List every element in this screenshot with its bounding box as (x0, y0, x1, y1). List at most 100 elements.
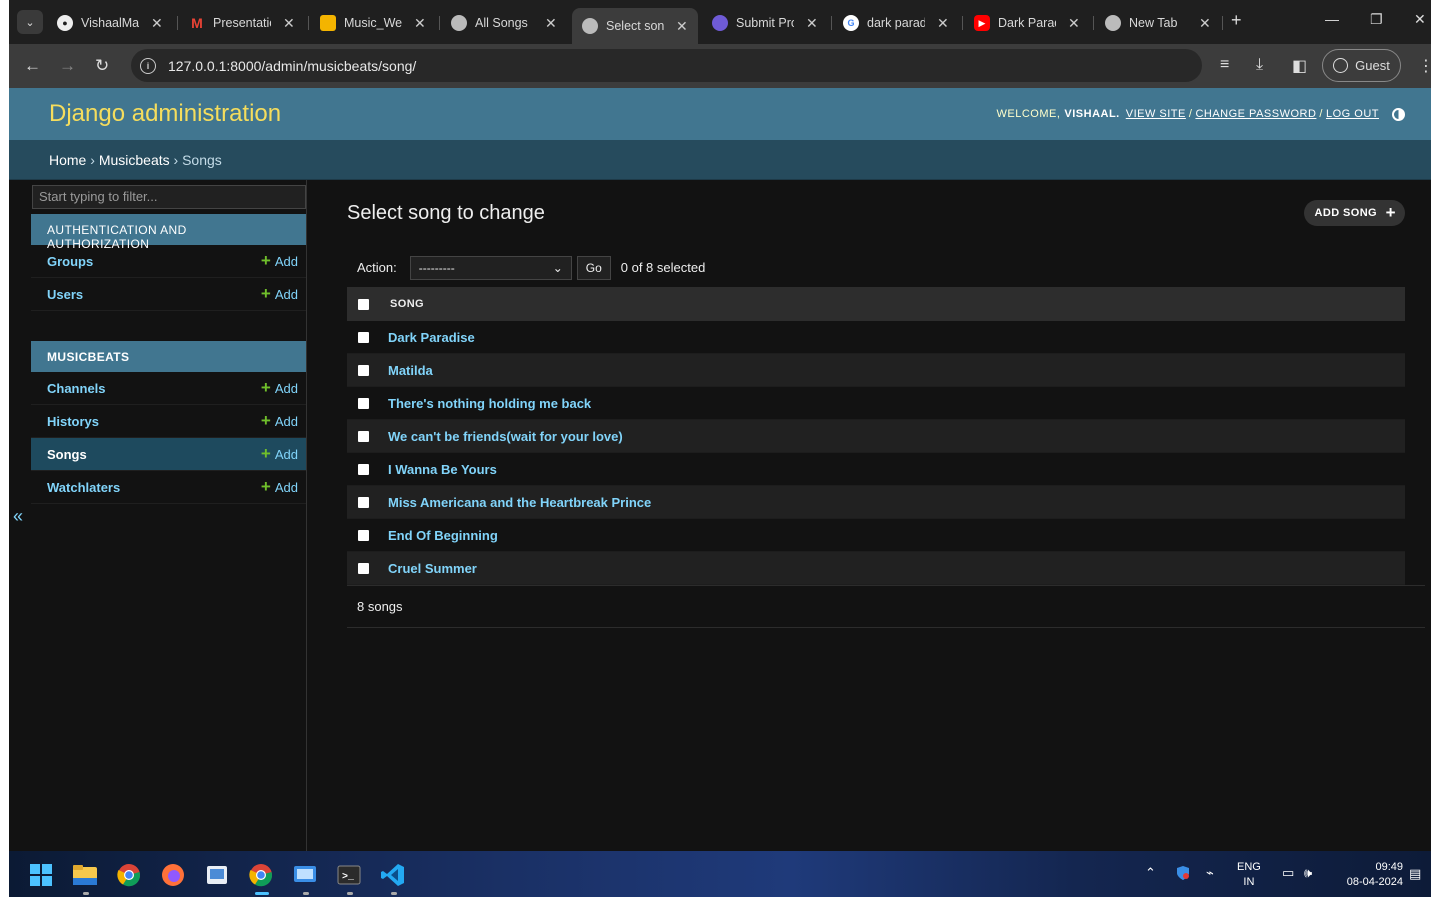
forward-arrow-icon[interactable]: → (59, 56, 76, 76)
security-icon[interactable] (1175, 865, 1191, 886)
tab-label: Dark Parad (998, 16, 1056, 30)
tab-gmail[interactable]: M Presentatio ✕ (189, 9, 295, 37)
tab-youtube[interactable]: ▶ Dark Parad ✕ (974, 9, 1080, 37)
windows-start-icon[interactable] (29, 863, 53, 887)
minimize-icon[interactable]: — (1325, 11, 1339, 27)
row-checkbox[interactable] (358, 463, 369, 475)
song-link[interactable]: Miss Americana and the Heartbreak Prince (388, 495, 651, 510)
model-link[interactable]: Watchlaters (47, 480, 120, 495)
close-icon[interactable]: ✕ (151, 15, 163, 32)
close-icon[interactable]: ✕ (1199, 15, 1211, 32)
site-info-icon[interactable]: i (140, 57, 156, 74)
add-link[interactable]: Add (261, 284, 298, 304)
chrome-icon[interactable] (117, 863, 141, 887)
tab-new-tab[interactable]: New Tab ✕ (1105, 9, 1211, 37)
row-checkbox[interactable] (358, 562, 369, 574)
theme-toggle-icon[interactable] (1392, 107, 1405, 121)
close-icon[interactable]: ✕ (806, 15, 818, 32)
nav-filter-input[interactable]: Start typing to filter... (32, 185, 306, 209)
module-caption[interactable]: MUSICBEATS (31, 341, 306, 372)
model-link[interactable]: Songs (47, 447, 87, 462)
tab-google[interactable]: G dark paradi ✕ (843, 9, 949, 37)
add-link[interactable]: Add (261, 444, 298, 464)
song-link[interactable]: Matilda (388, 363, 433, 378)
site-branding[interactable]: Django administration (49, 100, 281, 128)
model-link[interactable]: Groups (47, 254, 93, 269)
tab-select-song[interactable]: Select song ✕ (572, 8, 698, 44)
restore-icon[interactable]: ❐ (1370, 11, 1383, 28)
row-checkbox[interactable] (358, 331, 369, 343)
row-checkbox[interactable] (358, 496, 369, 508)
breadcrumb-app[interactable]: Musicbeats (99, 152, 170, 168)
chrome-active-icon[interactable] (249, 863, 273, 887)
tab-all-songs[interactable]: All Songs ✕ (451, 9, 557, 37)
close-icon[interactable]: ✕ (1068, 15, 1080, 32)
model-link[interactable]: Users (47, 287, 83, 302)
chevron-up-icon[interactable]: ⌃ (1145, 865, 1156, 880)
photos-icon[interactable] (205, 863, 229, 887)
display-icon[interactable]: ▭ (1282, 865, 1294, 880)
tab-search-button[interactable]: ⌄ (17, 10, 43, 34)
profile-button[interactable]: Guest (1322, 49, 1401, 82)
song-link[interactable]: Cruel Summer (388, 561, 477, 576)
column-header-song[interactable]: SONG (390, 298, 424, 310)
add-song-button[interactable]: ADD SONG (1303, 200, 1405, 226)
log-out-link[interactable]: LOG OUT (1326, 108, 1379, 120)
window-close-icon[interactable]: ✕ (1414, 11, 1426, 28)
select-all-checkbox[interactable] (358, 298, 369, 310)
go-button[interactable]: Go (576, 255, 611, 280)
vscode-icon[interactable] (381, 863, 405, 887)
add-link[interactable]: Add (261, 378, 298, 398)
view-site-link[interactable]: VIEW SITE (1126, 108, 1186, 120)
control-panel-icon[interactable] (293, 863, 317, 887)
close-icon[interactable]: ✕ (414, 15, 426, 32)
browser-menu-icon[interactable]: ⋮ (1418, 56, 1431, 76)
row-checkbox[interactable] (358, 430, 369, 442)
change-password-link[interactable]: CHANGE PASSWORD (1195, 108, 1316, 120)
action-select[interactable]: --------- ⌄ (409, 255, 572, 280)
tab-submit[interactable]: Submit Pro ✕ (712, 9, 818, 37)
network-offline-icon[interactable]: ⌁ (1206, 865, 1214, 880)
globe-icon (1105, 15, 1121, 31)
row-checkbox[interactable] (358, 397, 369, 409)
language-indicator[interactable]: ENG IN (1237, 860, 1261, 890)
add-link[interactable]: Add (261, 251, 298, 271)
volume-icon[interactable]: 🕪 (1304, 865, 1312, 880)
clock[interactable]: 09:49 08-04-2024 (1335, 860, 1403, 890)
tab-github[interactable]: ● VishaalMan ✕ (57, 9, 163, 37)
tab-slides[interactable]: Music_Web ✕ (320, 9, 426, 37)
side-panel-icon[interactable]: ◧ (1292, 56, 1307, 76)
browser-window: ⌄ ● VishaalMan ✕ M Presentatio ✕ Music_W… (9, 0, 1431, 897)
song-link[interactable]: There's nothing holding me back (388, 396, 591, 411)
new-tab-plus-icon[interactable]: + (1231, 10, 1242, 31)
svg-text:>_: >_ (342, 872, 355, 883)
reload-icon[interactable]: ↻ (95, 56, 109, 76)
breadcrumb-home[interactable]: Home (49, 152, 86, 168)
sidebar-toggle-icon[interactable]: « (13, 506, 23, 527)
close-icon[interactable]: ✕ (676, 18, 688, 35)
song-link[interactable]: We can't be friends(wait for your love) (388, 429, 623, 444)
close-icon[interactable]: ✕ (937, 15, 949, 32)
media-controls-icon[interactable]: ≡ (1220, 56, 1229, 74)
song-link[interactable]: Dark Paradise (388, 330, 475, 345)
back-arrow-icon[interactable]: ← (24, 56, 41, 76)
row-checkbox[interactable] (358, 364, 369, 376)
notification-icon[interactable]: ▤ (1409, 866, 1421, 881)
module-caption[interactable]: AUTHENTICATION AND AUTHORIZATION (31, 214, 306, 251)
add-link[interactable]: Add (261, 411, 298, 431)
close-icon[interactable]: ✕ (545, 15, 557, 32)
add-link[interactable]: Add (261, 477, 298, 497)
terminal-icon[interactable]: >_ (337, 863, 361, 887)
model-link[interactable]: Channels (47, 381, 106, 396)
close-icon[interactable]: ✕ (283, 15, 295, 32)
row-checkbox[interactable] (358, 529, 369, 541)
song-link[interactable]: I Wanna Be Yours (388, 462, 497, 477)
table-row: We can't be friends(wait for your love) (347, 420, 1405, 453)
song-link[interactable]: End Of Beginning (388, 528, 498, 543)
file-explorer-icon[interactable] (73, 863, 97, 887)
download-icon[interactable]: ⤓ (1256, 56, 1263, 74)
address-url[interactable]: 127.0.0.1:8000/admin/musicbeats/song/ (168, 58, 416, 74)
address-bar[interactable]: i 127.0.0.1:8000/admin/musicbeats/song/ (131, 49, 1202, 82)
model-link[interactable]: Historys (47, 414, 99, 429)
firefox-icon[interactable] (161, 863, 185, 887)
